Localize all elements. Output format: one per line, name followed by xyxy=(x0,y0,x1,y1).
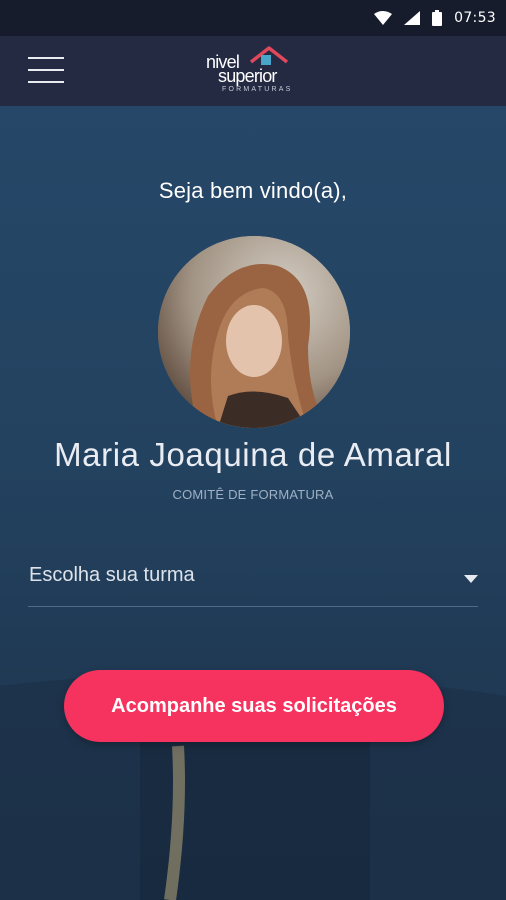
wifi-icon xyxy=(374,11,393,25)
status-time: 07:53 xyxy=(454,10,496,26)
battery-icon xyxy=(432,10,443,26)
logo-text-superior: superior xyxy=(218,66,277,86)
logo-roof-icon xyxy=(249,46,289,65)
class-select-label: Escolha sua turma xyxy=(29,564,195,586)
main-content: Seja bem vindo(a), Maria Joaquina de Ama… xyxy=(0,106,506,900)
class-select[interactable]: Escolha sua turma xyxy=(28,556,478,607)
logo-subtitle: FORMATURAS xyxy=(222,86,293,93)
welcome-text: Seja bem vindo(a), xyxy=(158,178,348,203)
avatar xyxy=(158,236,350,428)
user-name: Maria Joaquina de Amaral xyxy=(54,436,452,473)
signal-icon xyxy=(404,11,421,25)
track-requests-button[interactable]: Acompanhe suas solicitações xyxy=(64,670,444,742)
app-logo: nivel superior FORMATURAS xyxy=(204,44,308,96)
app-bar: nivel superior FORMATURAS xyxy=(0,36,506,106)
dropdown-arrow-icon xyxy=(464,575,478,583)
avatar-photo xyxy=(158,236,350,428)
hamburger-menu-icon[interactable] xyxy=(26,53,66,87)
user-role: COMITÊ DE FORMATURA xyxy=(172,487,334,502)
status-bar: 07:53 xyxy=(0,0,506,36)
